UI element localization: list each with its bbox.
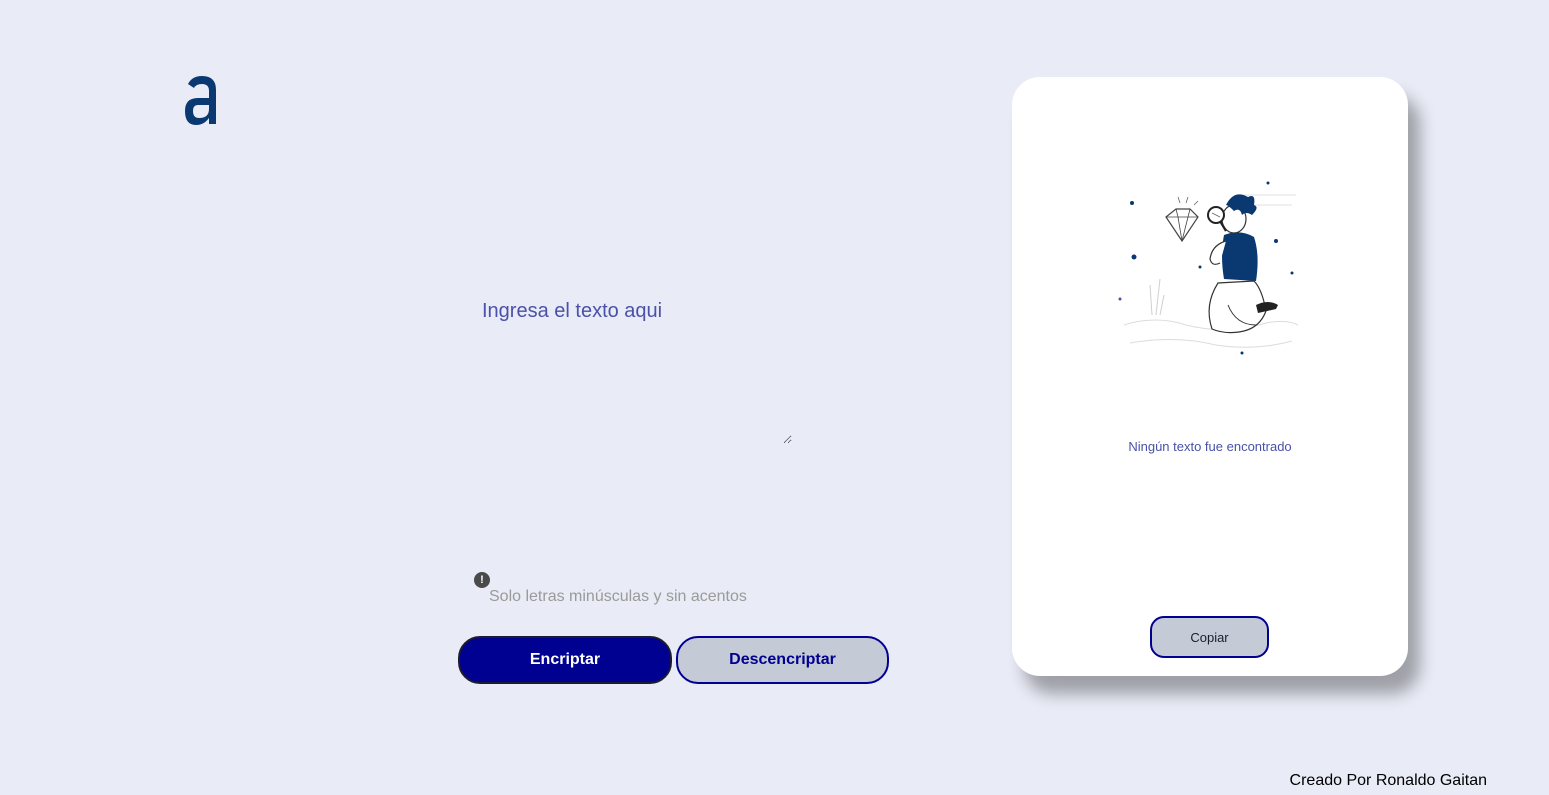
input-hint: Solo letras minúsculas y sin acentos (489, 588, 747, 605)
alura-logo-icon[interactable] (182, 74, 222, 130)
copy-button[interactable]: Copiar (1150, 616, 1269, 658)
empty-result-message: Ningún texto fue encontrado (1128, 439, 1292, 454)
boy-magnifier-illustration (1118, 181, 1299, 355)
encrypt-button[interactable]: Encriptar (458, 636, 672, 684)
output-panel: Ningún texto fue encontrado Copiar (1012, 77, 1408, 676)
decrypt-button[interactable]: Descencriptar (676, 636, 889, 684)
text-input[interactable] (476, 294, 792, 444)
footer-credit: Creado Por Ronaldo Gaitan (1289, 772, 1487, 789)
exclamation-icon: ! (474, 572, 490, 588)
